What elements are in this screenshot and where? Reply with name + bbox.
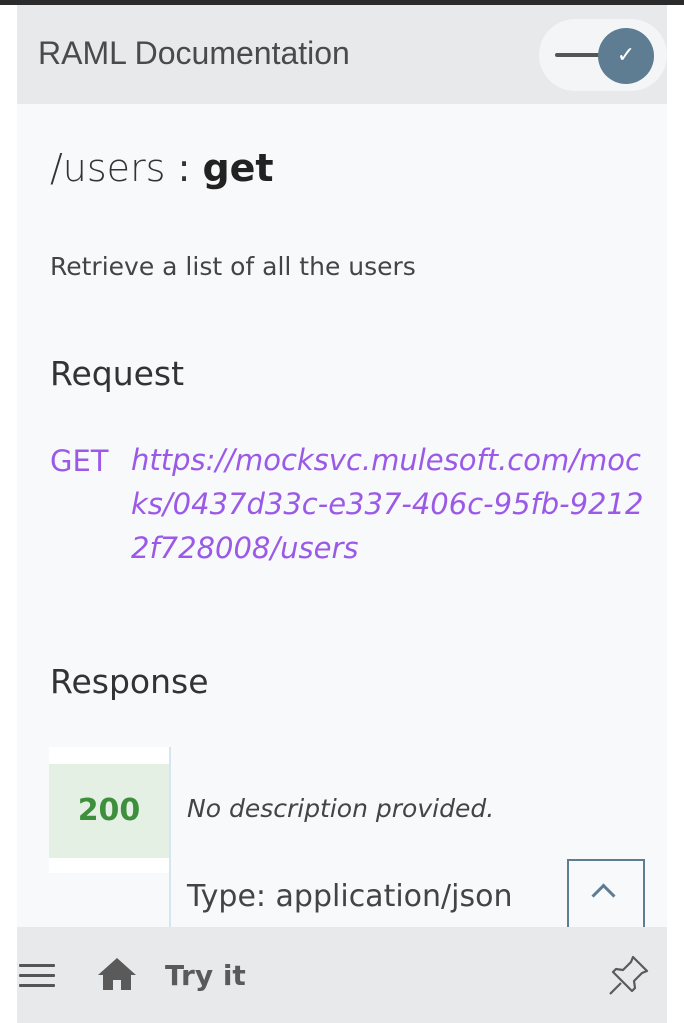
endpoint-title: /users : get <box>50 146 274 190</box>
endpoint-path: /users <box>50 146 166 190</box>
toggle-track <box>555 53 603 57</box>
right-gutter <box>667 5 684 1023</box>
response-divider <box>169 747 171 927</box>
home-icon[interactable] <box>97 957 137 991</box>
request-heading: Request <box>50 354 185 393</box>
collapse-button[interactable] <box>567 859 645 931</box>
endpoint-description: Retrieve a list of all the users <box>50 252 416 281</box>
menu-icon[interactable] <box>19 964 55 988</box>
response-heading: Response <box>50 662 209 701</box>
docs-toggle[interactable]: ✓ <box>539 19 667 91</box>
bottom-toolbar: Try it <box>17 927 667 1023</box>
request-url-link[interactable]: https://mocksvc.mulesoft.com/mocks/0437d… <box>131 438 651 570</box>
app-title: RAML Documentation <box>38 35 350 71</box>
endpoint-method: get <box>202 146 274 190</box>
app-header: RAML Documentation ✓ <box>17 5 667 104</box>
try-it-button[interactable]: Try it <box>165 959 246 992</box>
main-content: /users : get Retrieve a list of all the … <box>17 104 667 931</box>
check-icon[interactable]: ✓ <box>598 28 654 84</box>
endpoint-separator: : <box>165 146 203 190</box>
response-type: Type: application/json <box>187 879 513 914</box>
chevron-up-icon <box>591 883 616 908</box>
response-description: No description provided. <box>187 794 495 823</box>
pin-icon[interactable] <box>607 953 651 997</box>
status-badge[interactable]: 200 <box>49 764 169 858</box>
left-gutter <box>0 5 17 1023</box>
request-method: GET <box>50 444 109 478</box>
